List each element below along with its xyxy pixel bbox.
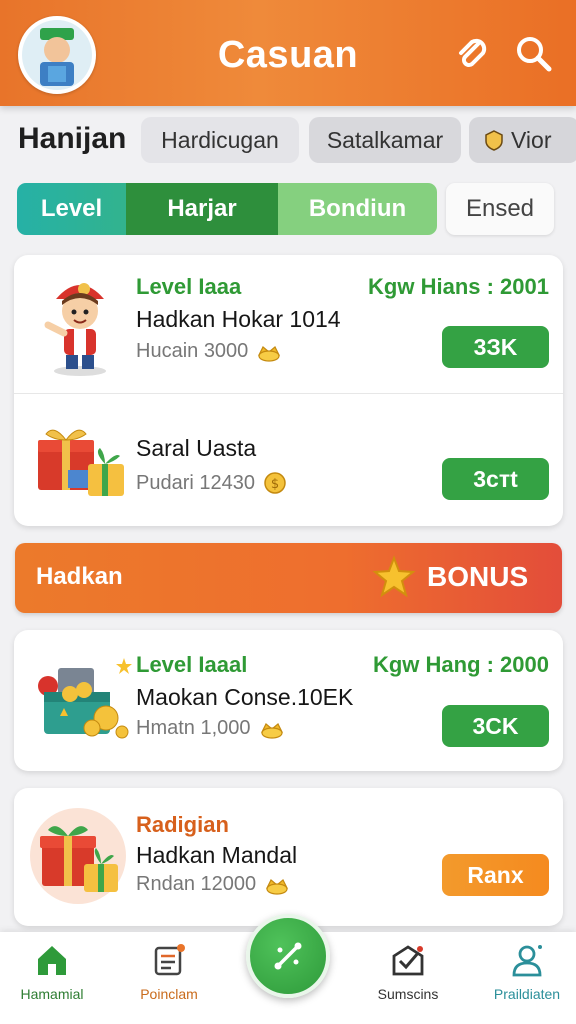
character-thumbnail (34, 269, 126, 382)
item-name: Hadkan Mandal (136, 842, 298, 868)
tab-bar: Level Harjar Bondiun (17, 183, 437, 235)
treasure-chest-thumbnail (34, 644, 134, 749)
gift-box-thumbnail (28, 806, 128, 911)
item-subtitle-text: Hucain 3000 (136, 340, 249, 362)
claim-button[interactable]: 3cтt (442, 458, 549, 500)
gift-box-thumbnail (34, 418, 130, 513)
nav-poinclam[interactable]: Poinclam (114, 942, 224, 1002)
shuffle-icon (274, 942, 302, 970)
mail-check-icon (392, 945, 424, 976)
home-icon (38, 946, 66, 975)
nav-profile-label: Praildiaten (493, 986, 561, 1002)
level-label: Level Iaaa (136, 274, 242, 299)
svg-text:$: $ (271, 477, 279, 492)
category-chip-3[interactable]: Vior (469, 117, 576, 163)
search-icon[interactable] (514, 34, 554, 74)
rank-button[interactable]: Ranx (442, 854, 549, 896)
item-subtitle-text: Pudarі 12430 (136, 471, 255, 494)
user-icon (512, 945, 542, 977)
center-action-button[interactable] (246, 914, 330, 998)
category-chip-1[interactable]: Hardicugan (141, 117, 299, 163)
nav-poinclam-label: Poinclam (140, 986, 198, 1002)
level-label: Radigian (136, 812, 229, 837)
item-subtitle: Rndan 12000 (136, 873, 290, 896)
item-subtitle: Hucain 3000 (136, 340, 282, 363)
coin-icon (258, 345, 281, 362)
nav-home-label: Hamamial (20, 986, 84, 1002)
level-label: Level Iaaal (136, 652, 248, 677)
claim-button[interactable]: 3ЗK (442, 326, 549, 368)
item-subtitle-text: Hmatn 1,000 (136, 717, 251, 739)
list-item[interactable]: Saral Uasta Pudarі 12430 $ 3cтt (14, 394, 563, 526)
nav-home[interactable]: Hamamial (0, 942, 107, 1002)
coin-icon (266, 878, 289, 895)
bonus-label: BONUS (427, 561, 529, 592)
list-item[interactable]: Level Iaaa Kgw Hians : 2001 Hadkan Hokar… (14, 255, 563, 393)
rank-label: Kgw Hang : 2000 (372, 652, 549, 677)
item-name: Maokan Conse.10EK (136, 684, 354, 710)
item-subtitle: Hmatn 1,000 (136, 717, 285, 740)
reward-card-3[interactable]: Radigian Hadkan Mandal Rndan 12000 Ranx (14, 788, 563, 926)
nav-sumscins-label: Sumscins (377, 986, 439, 1002)
coin-icon (260, 722, 283, 739)
nav-profile[interactable]: Praildiaten (472, 942, 576, 1002)
paperclip-icon[interactable] (452, 34, 492, 74)
shield-icon (485, 130, 503, 151)
reward-card-2[interactable]: Level Iaaal Kgw Hang : 2000 Maokan Conse… (14, 630, 563, 771)
star-icon (372, 555, 416, 604)
tab-level[interactable]: Level (17, 183, 126, 235)
rank-label: Kgw Hians : 2001 (368, 274, 549, 299)
bonus-banner[interactable]: Hadkan BONUS (15, 543, 562, 613)
app-header: Casuan (0, 0, 576, 106)
item-subtitle: Pudarі 12430 $ (136, 471, 287, 495)
nav-sumscins[interactable]: Sumscins (353, 942, 463, 1002)
banner-title: Hadkan (36, 563, 123, 590)
list-icon (154, 944, 185, 976)
category-chip-3-label: Vior (511, 126, 552, 153)
coin-icon: $ (264, 472, 286, 494)
claim-button[interactable]: 3CK (442, 705, 549, 747)
category-title: Hanijan (18, 122, 127, 155)
tab-harjar[interactable]: Harjar (126, 183, 278, 235)
tab-bondiun[interactable]: Bondiun (278, 183, 437, 235)
reward-card-1: Level Iaaa Kgw Hians : 2001 Hadkan Hokar… (14, 255, 563, 526)
item-name: Hadkan Hokar 1014 (136, 306, 341, 332)
item-name: Saral Uasta (136, 435, 257, 461)
item-subtitle-text: Rndan 12000 (136, 873, 257, 895)
tab-ensed[interactable]: Ensed (446, 183, 554, 235)
category-chip-2[interactable]: Satalkamar (309, 117, 461, 163)
